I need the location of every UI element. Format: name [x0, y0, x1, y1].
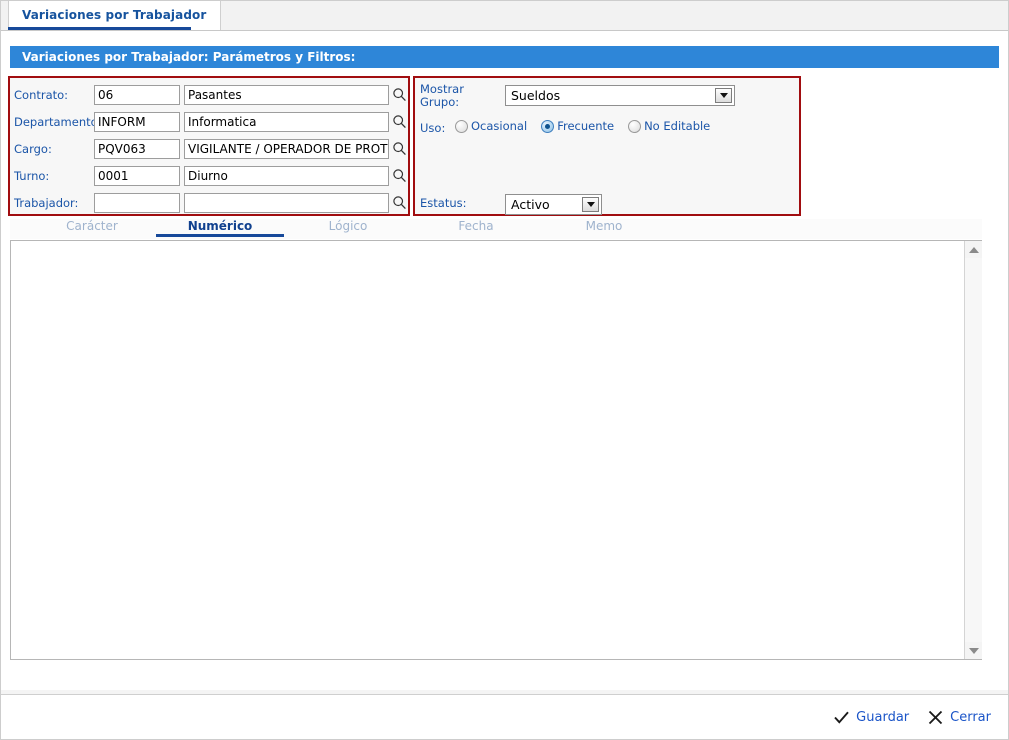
estatus-select[interactable]: Activo	[505, 194, 602, 215]
uso-label: Uso:	[420, 122, 445, 135]
radio-icon[interactable]	[628, 120, 641, 133]
close-button-label: Cerrar	[950, 710, 991, 725]
chevron-down-icon[interactable]	[715, 88, 732, 103]
turno-description-input[interactable]: Diurno	[184, 166, 389, 186]
triangle-down-icon	[969, 648, 979, 654]
uso-option-no-editable-label: No Editable	[644, 119, 710, 133]
mostrar-grupo-label: Mostrar Grupo:	[420, 83, 464, 109]
section-header: Variaciones por Trabajador: Parámetros y…	[10, 46, 999, 68]
turno-code-input[interactable]: 0001	[94, 166, 180, 186]
filter-row-trabajador: Trabajador:	[14, 192, 408, 213]
save-button-label: Guardar	[856, 710, 909, 725]
tab-memo[interactable]: Memo	[540, 219, 668, 237]
window-tabbar: Variaciones por Trabajador	[0, 0, 1009, 31]
filter-label-cargo: Cargo:	[14, 142, 94, 156]
window-tab-active-underline	[8, 27, 191, 30]
scrollbar-track[interactable]	[965, 258, 982, 642]
filter-row-cargo: Cargo: PQV063 VIGILANTE / OPERADOR DE PR…	[14, 138, 408, 159]
close-button[interactable]: Cerrar	[927, 709, 991, 726]
departamento-code-input[interactable]: INFORM	[94, 112, 180, 132]
filter-label-trabajador: Trabajador:	[14, 196, 94, 210]
chevron-down-icon[interactable]	[582, 197, 599, 212]
filter-row-contrato: Contrato: 06 Pasantes	[14, 84, 408, 105]
tab-fecha-label: Fecha	[458, 219, 493, 233]
scroll-down-button[interactable]	[965, 642, 982, 659]
tab-fecha[interactable]: Fecha	[412, 219, 540, 237]
trabajador-code-input[interactable]	[94, 193, 180, 213]
check-icon	[833, 709, 850, 726]
uso-option-frecuente-label: Frecuente	[557, 119, 614, 133]
uso-radio-group: Ocasional Frecuente No Editable	[455, 119, 724, 133]
triangle-up-icon	[969, 247, 979, 253]
tab-caracter-label: Carácter	[66, 219, 118, 233]
filters-right-panel: Mostrar Grupo: Sueldos Uso: Ocasional Fr…	[413, 76, 801, 216]
tab-caracter[interactable]: Carácter	[28, 219, 156, 237]
trabajador-search-icon[interactable]	[390, 193, 408, 213]
window-tab-label: Variaciones por Trabajador	[22, 8, 206, 22]
footer-actions: Guardar Cerrar	[0, 695, 1009, 740]
save-button[interactable]: Guardar	[833, 709, 909, 726]
contrato-search-icon[interactable]	[390, 85, 408, 105]
tab-numerico-label: Numérico	[188, 219, 253, 233]
filter-row-turno: Turno: 0001 Diurno	[14, 165, 408, 186]
section-header-label: Variaciones por Trabajador: Parámetros y…	[22, 50, 355, 64]
contrato-description-input[interactable]: Pasantes	[184, 85, 389, 105]
tab-logico[interactable]: Lógico	[284, 219, 412, 237]
tab-numerico[interactable]: Numérico	[156, 219, 284, 237]
variations-list-panel	[10, 240, 982, 660]
close-icon	[927, 709, 944, 726]
tab-memo-label: Memo	[586, 219, 623, 233]
filter-label-contrato: Contrato:	[14, 88, 94, 102]
estatus-value: Activo	[511, 197, 550, 212]
uso-option-frecuente[interactable]: Frecuente	[541, 119, 614, 133]
tab-logico-label: Lógico	[329, 219, 368, 233]
filters-left-panel: Contrato: 06 Pasantes Departamento: INFO…	[8, 76, 410, 216]
uso-option-ocasional-label: Ocasional	[471, 119, 527, 133]
mostrar-grupo-value: Sueldos	[511, 88, 560, 103]
scroll-up-button[interactable]	[965, 241, 982, 258]
radio-icon-selected[interactable]	[541, 120, 554, 133]
contrato-code-input[interactable]: 06	[94, 85, 180, 105]
filter-row-departamento: Departamento: INFORM Informatica	[14, 111, 408, 132]
window-tab-variaciones[interactable]: Variaciones por Trabajador	[8, 0, 221, 30]
filter-label-turno: Turno:	[14, 169, 94, 183]
data-type-tabs: Carácter Numérico Lógico Fecha Memo	[10, 219, 982, 239]
cargo-code-input[interactable]: PQV063	[94, 139, 180, 159]
departamento-search-icon[interactable]	[390, 112, 408, 132]
radio-icon[interactable]	[455, 120, 468, 133]
mostrar-grupo-select[interactable]: Sueldos	[505, 85, 735, 106]
uso-option-no-editable[interactable]: No Editable	[628, 119, 710, 133]
turno-search-icon[interactable]	[390, 166, 408, 186]
vertical-scrollbar[interactable]	[964, 241, 981, 659]
departamento-description-input[interactable]: Informatica	[184, 112, 389, 132]
trabajador-description-input[interactable]	[184, 193, 389, 213]
filter-label-departamento: Departamento:	[14, 115, 94, 129]
estatus-label: Estatus:	[420, 197, 466, 210]
cargo-description-input[interactable]: VIGILANTE / OPERADOR DE PROT	[184, 139, 389, 159]
cargo-search-icon[interactable]	[390, 139, 408, 159]
uso-option-ocasional[interactable]: Ocasional	[455, 119, 527, 133]
